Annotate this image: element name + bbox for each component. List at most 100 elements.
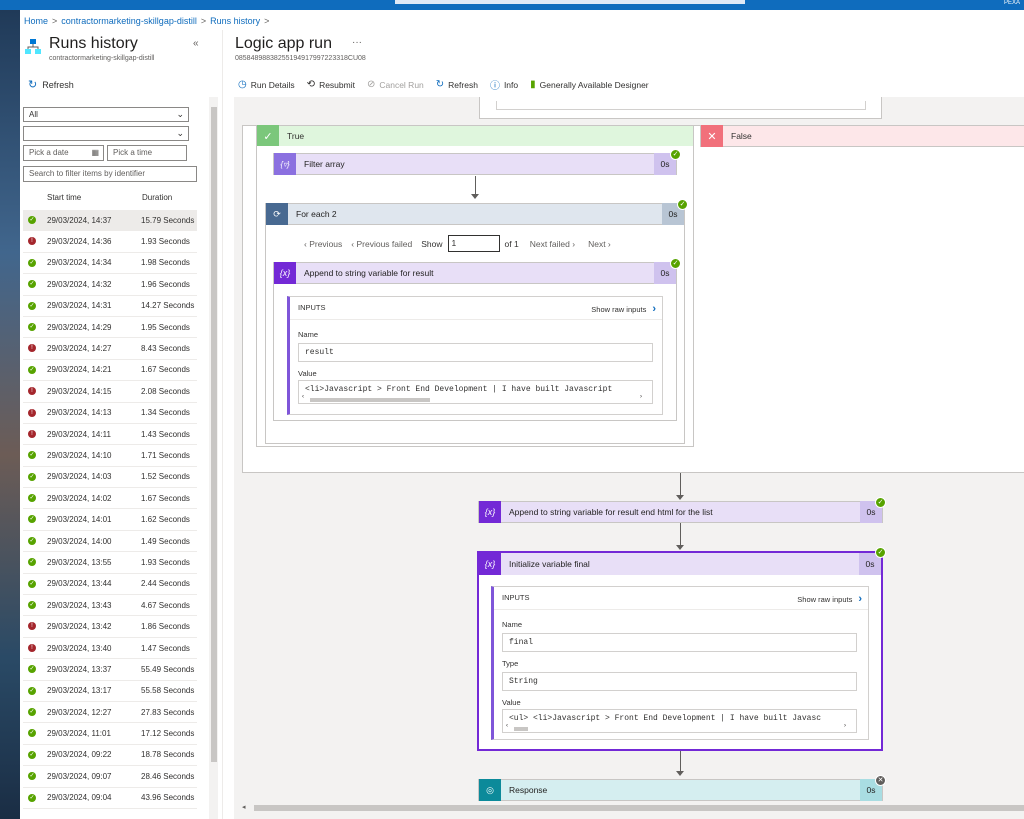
table-row[interactable]: ✓ 29/03/2024, 12:27 27.83 Seconds [23, 702, 197, 724]
append-end-card[interactable]: {x} Append to string variable for result… [478, 501, 883, 523]
run-start-time: 29/03/2024, 14:36 [47, 237, 112, 247]
table-row[interactable]: ✓ 29/03/2024, 14:10 1.71 Seconds [23, 445, 197, 467]
breadcrumb-runs-history[interactable]: Runs history [210, 16, 260, 26]
canvas-horizontal-scrollbar[interactable]: ◂ [234, 803, 1024, 813]
table-row[interactable]: ! 29/03/2024, 14:27 8.43 Seconds [23, 338, 197, 360]
table-row[interactable]: ✓ 29/03/2024, 14:21 1.67 Seconds [23, 360, 197, 382]
for-each-card[interactable]: ⟳ For each 2 0s [265, 203, 685, 225]
next-button[interactable]: Next › [588, 239, 611, 249]
table-row[interactable]: ✓ 29/03/2024, 14:34 1.98 Seconds [23, 253, 197, 275]
table-row[interactable]: ✓ 29/03/2024, 14:00 1.49 Seconds [23, 531, 197, 553]
table-row[interactable]: ! 29/03/2024, 14:11 1.43 Seconds [23, 424, 197, 446]
scrollbar-thumb[interactable] [514, 727, 528, 731]
name-label: Name [298, 330, 319, 339]
workflow-canvas[interactable]: ✓ True ✕ False {▿} Filter array 0s ✓ ⟳ F… [234, 97, 1024, 819]
connector-line [680, 751, 681, 771]
table-row[interactable]: ✓ 29/03/2024, 13:17 55.58 Seconds [23, 681, 197, 702]
refresh-run-button[interactable]: ↻ Refresh [436, 79, 478, 90]
next-failed-button[interactable]: Next failed › [530, 239, 575, 249]
table-row[interactable]: ✓ 29/03/2024, 14:31 14.27 Seconds [23, 296, 197, 317]
show-raw-inputs-button[interactable]: Show raw inputs › [591, 303, 656, 315]
info-label: Info [503, 79, 519, 90]
run-identifier: 08584898838255194917997223318CU08 [235, 55, 366, 62]
table-row[interactable]: ✓ 29/03/2024, 13:55 1.93 Seconds [23, 552, 197, 574]
table-row[interactable]: ✓ 29/03/2024, 09:22 18.78 Seconds [23, 745, 197, 767]
info-icon: ⓘ [489, 81, 500, 92]
user-account[interactable]: PEXA [1004, 0, 1020, 6]
append-result-card[interactable]: {x} Append to string variable for result… [273, 262, 677, 284]
breadcrumb-logic-app[interactable]: contractormarketing-skillgap-distill [61, 16, 197, 26]
table-row[interactable]: ! 29/03/2024, 14:13 1.34 Seconds [23, 403, 197, 424]
page-title: Logic app run [235, 35, 332, 52]
run-duration: 43.96 Seconds [141, 793, 195, 803]
table-row[interactable]: ! 29/03/2024, 13:40 1.47 Seconds [23, 638, 197, 660]
duration-column-header[interactable]: Duration [142, 193, 172, 202]
run-start-time: 29/03/2024, 14:34 [47, 258, 112, 268]
cancel-run-button[interactable]: ⊘ Cancel Run [367, 79, 424, 90]
collapse-panel-button[interactable]: « [193, 38, 199, 49]
true-branch-header[interactable]: ✓ True [256, 125, 694, 147]
success-status-icon: ✓ [28, 750, 36, 759]
previous-button[interactable]: ‹ Previous [304, 239, 342, 249]
start-time-column-header[interactable]: Start time [47, 193, 81, 202]
status-filter-select[interactable]: All ⌄ [23, 107, 189, 122]
table-row[interactable]: ! 29/03/2024, 13:42 1.86 Seconds [23, 616, 197, 638]
table-row[interactable]: ✓ 29/03/2024, 13:37 55.49 Seconds [23, 659, 197, 681]
table-row[interactable]: ✓ 29/03/2024, 14:02 1.67 Seconds [23, 488, 197, 510]
table-row[interactable]: ✓ 29/03/2024, 09:04 43.96 Seconds [23, 788, 197, 809]
resubmit-button[interactable]: ⟲ Resubmit [307, 79, 355, 90]
run-duration: 1.71 Seconds [141, 450, 190, 460]
init-final-card[interactable]: {x} Initialize variable final 0s [479, 553, 881, 575]
date-picker-field[interactable]: Pick a date ▦ [23, 145, 104, 161]
runs-list-scrollbar[interactable] [209, 97, 218, 819]
previous-action-card[interactable] [479, 97, 882, 119]
designer-button[interactable]: ▮ Generally Available Designer [530, 79, 649, 90]
table-row[interactable]: ✓ 29/03/2024, 13:43 4.67 Seconds [23, 595, 197, 617]
refresh-runs-button[interactable]: ↻ Refresh [28, 78, 74, 91]
show-raw-inputs-button[interactable]: Show raw inputs › [797, 593, 862, 605]
value-horizontal-scrollbar[interactable]: ‹ › [302, 394, 642, 403]
value-horizontal-scrollbar[interactable]: ‹ › [506, 723, 846, 732]
iteration-number-input[interactable]: 1 [447, 235, 500, 252]
table-row[interactable]: ✓ 29/03/2024, 14:29 1.95 Seconds [23, 317, 197, 339]
run-start-time: 29/03/2024, 14:10 [47, 450, 112, 460]
time-placeholder: Pick a time [113, 148, 153, 157]
table-row[interactable]: ✓ 29/03/2024, 09:07 28.46 Seconds [23, 766, 197, 788]
secondary-filter-select[interactable]: ⌄ [23, 126, 189, 141]
name-value-field[interactable]: final [502, 633, 857, 652]
more-options-button[interactable]: ··· [352, 37, 362, 48]
table-row[interactable]: ✓ 29/03/2024, 13:44 2.44 Seconds [23, 574, 197, 596]
table-row[interactable]: ✓ 29/03/2024, 11:01 17.12 Seconds [23, 723, 197, 745]
filter-array-card[interactable]: {▿} Filter array 0s [273, 153, 677, 175]
failed-status-icon: ! [28, 643, 36, 652]
run-duration: 1.96 Seconds [141, 279, 190, 289]
scrollbar-thumb[interactable] [310, 398, 430, 402]
value-label: Value [298, 369, 317, 378]
false-branch-header[interactable]: ✕ False [700, 125, 1024, 147]
name-value-field[interactable]: result [298, 343, 653, 362]
identifier-search-input[interactable]: Search to filter items by identifier [23, 166, 197, 182]
success-status-icon: ✓ [28, 472, 36, 481]
success-status-icon: ✓ [28, 515, 36, 524]
success-status-icon: ✓ [28, 301, 36, 310]
type-value-field[interactable]: String [502, 672, 857, 691]
table-row[interactable]: ✓ 29/03/2024, 14:01 1.62 Seconds [23, 509, 197, 531]
run-duration: 1.93 Seconds [141, 237, 190, 247]
scrollbar-thumb[interactable] [254, 805, 1024, 811]
table-row[interactable]: ! 29/03/2024, 14:15 2.08 Seconds [23, 381, 197, 403]
response-card[interactable]: ◎ Response 0s [478, 779, 883, 801]
time-picker-field[interactable]: Pick a time [107, 145, 187, 161]
table-row[interactable]: ✓ 29/03/2024, 14:03 1.52 Seconds [23, 467, 197, 489]
run-details-label: Run Details [250, 79, 295, 90]
run-duration: 1.62 Seconds [141, 515, 190, 525]
previous-failed-button[interactable]: ‹ Previous failed [351, 239, 412, 249]
global-search-bar[interactable] [395, 0, 745, 4]
table-row[interactable]: ✓ 29/03/2024, 14:32 1.96 Seconds [23, 274, 197, 296]
table-row[interactable]: ! 29/03/2024, 14:36 1.93 Seconds [23, 231, 197, 253]
next-failed-label: Next failed [529, 238, 570, 249]
table-row[interactable]: ✓ 29/03/2024, 14:37 15.79 Seconds [23, 210, 197, 232]
breadcrumb-home[interactable]: Home [24, 16, 48, 26]
run-details-button[interactable]: ◷ Run Details [238, 79, 295, 90]
info-button[interactable]: ⓘ Info [489, 77, 519, 93]
scrollbar-thumb[interactable] [211, 107, 217, 762]
